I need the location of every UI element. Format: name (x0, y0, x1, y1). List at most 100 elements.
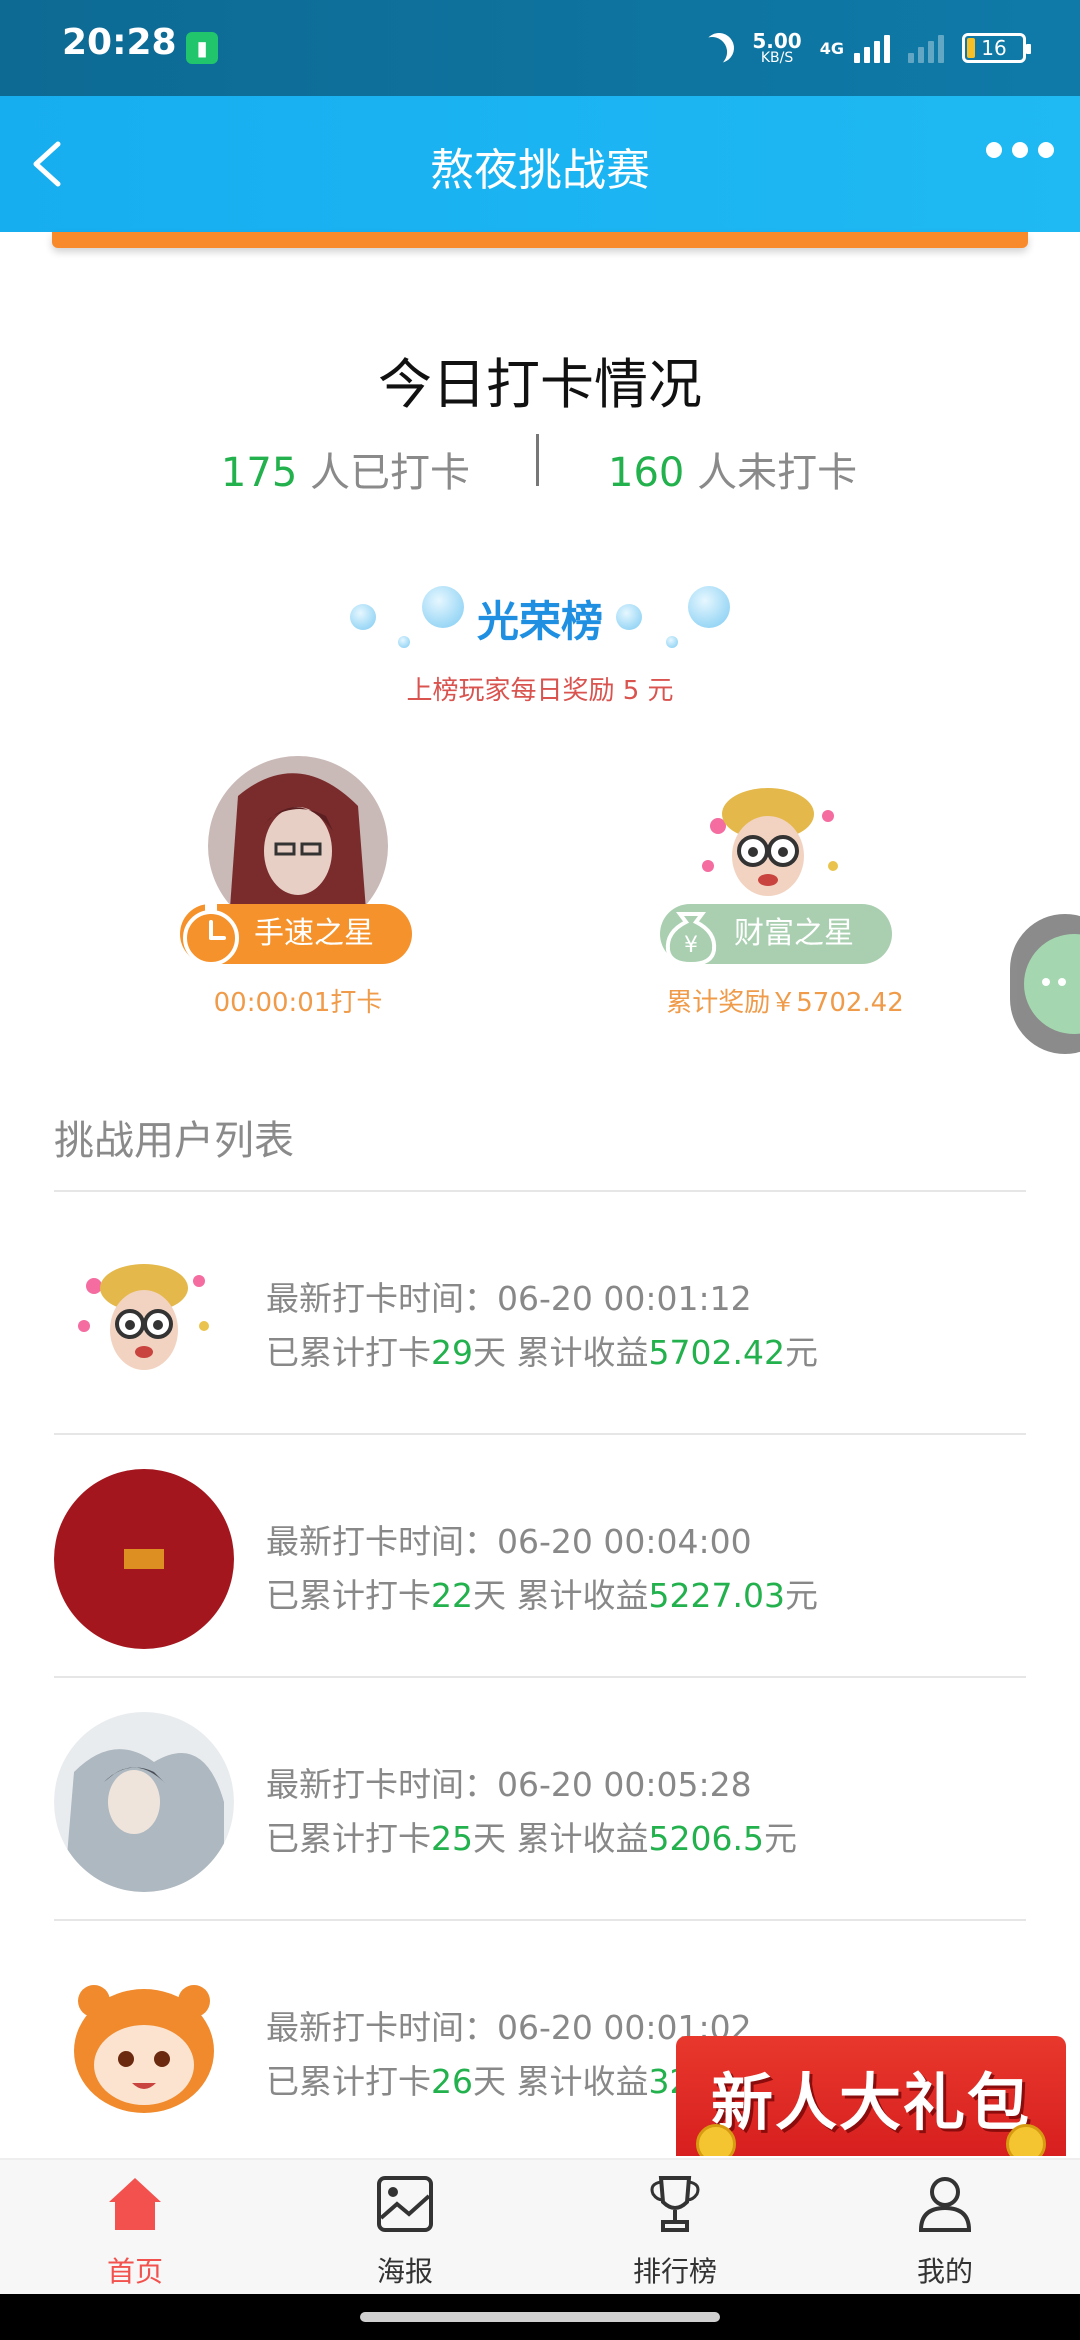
checkin-time-label: 最新打卡时间： (266, 2008, 497, 2047)
nav-ranking[interactable]: 排行榜 (540, 2174, 810, 2296)
network-type: 4G (819, 38, 844, 58)
checked-stat: 175 人已打卡 (221, 440, 470, 498)
nav-poster-label: 海报 (376, 2255, 433, 2288)
checkin-time-value: 06-20 00:04:00 (497, 1522, 752, 1561)
speed-star-label: 手速之星 (254, 916, 374, 951)
status-bar: 20:28 ▮ 5.00 KB/S 4G 16 (0, 0, 1080, 96)
status-indicators: 5.00 KB/S 4G 16 (704, 20, 1031, 76)
checkin-time-value: 06-20 00:05:28 (497, 1765, 752, 1804)
earn-suffix: 元 (784, 1333, 818, 1372)
page-title: 熬夜挑战赛 (430, 145, 650, 196)
days-prefix: 已累计打卡 (266, 1819, 431, 1858)
bottom-nav: 首页 海报 排行榜 我的 (0, 2158, 1080, 2294)
nav-poster[interactable]: 海报 (270, 2174, 540, 2296)
unchecked-stat: 160 人未打卡 (608, 440, 857, 498)
earn-prefix: 累计收益 (506, 1819, 649, 1858)
gesture-area (0, 2294, 1080, 2340)
do-not-disturb-icon (699, 28, 740, 69)
coin-icon (1006, 2124, 1046, 2156)
checkin-summary: 已累计打卡22天 累计收益5227.03元 (266, 1569, 818, 1617)
battery-icon: 16 (962, 33, 1031, 63)
honor-subtitle: 上榜玩家每日奖励 5 元 (406, 676, 674, 706)
earn-suffix: 元 (784, 1576, 818, 1615)
earn-prefix: 累计收益 (506, 1576, 649, 1615)
wealth-star-label: 财富之星 (734, 916, 854, 951)
days-value: 26 (431, 2062, 473, 2101)
days-value: 29 (431, 1333, 473, 1372)
user-avatar (54, 1469, 234, 1649)
charging-icon: ▮ (186, 32, 218, 64)
floating-menu-button[interactable] (1010, 914, 1080, 1054)
more-menu-icon[interactable] (986, 142, 1054, 158)
days-prefix: 已累计打卡 (266, 2062, 431, 2101)
checkin-time-label: 最新打卡时间： (266, 1522, 497, 1561)
signal-icon (854, 33, 890, 63)
checkin-time: 最新打卡时间：06-20 00:01:12 (266, 1272, 752, 1320)
checkin-time-value: 06-20 00:01:12 (497, 1279, 752, 1318)
nav-home[interactable]: 首页 (0, 2174, 270, 2296)
svg-text:¥: ¥ (684, 933, 698, 958)
network-speed-unit: KB/S (760, 50, 794, 66)
trophy-icon (650, 2176, 700, 2232)
battery-level: 16 (981, 36, 1007, 60)
earn-suffix: 元 (763, 1819, 797, 1858)
days-value: 25 (431, 1819, 473, 1858)
nav-profile[interactable]: 我的 (810, 2174, 1080, 2296)
days-prefix: 已累计打卡 (266, 1576, 431, 1615)
earnings-value: 5702.42 (648, 1333, 785, 1372)
checkin-summary: 已累计打卡25天 累计收益5206.5元 (266, 1812, 797, 1860)
stopwatch-icon (183, 904, 239, 966)
today-title: 今日打卡情况 (378, 353, 702, 416)
honor-title: 光荣榜 (476, 597, 603, 646)
user-icon (918, 2177, 972, 2232)
checkin-summary: 已累计打卡26天 累计收益32 (266, 2055, 691, 2103)
banner-strip (52, 232, 1028, 248)
signal-2-icon (908, 33, 944, 63)
speed-star-card[interactable]: 手速之星 00:00:01打卡 (170, 756, 470, 1026)
checked-count: 175 (220, 450, 298, 496)
earn-prefix: 累计收益 (506, 1333, 649, 1372)
stat-divider (536, 434, 539, 486)
home-indicator[interactable] (360, 2312, 720, 2322)
user-avatar (54, 1712, 234, 1892)
checkin-time-label: 最新打卡时间： (266, 1279, 497, 1318)
new-user-gift-banner[interactable]: 新人大礼包 (676, 2036, 1066, 2156)
days-suffix: 天 (473, 2062, 506, 2101)
speed-star-badge: 手速之星 (180, 904, 412, 966)
list-item[interactable]: 最新打卡时间：06-20 00:01:12 已累计打卡29天 累计收益5702.… (54, 1192, 1026, 1435)
list-item[interactable]: 最新打卡时间：06-20 00:04:00 已累计打卡22天 累计收益5227.… (54, 1435, 1026, 1678)
wealth-star-card[interactable]: ¥ 财富之星 累计奖励￥5702.42 (640, 756, 940, 1026)
nav-profile-label: 我的 (916, 2255, 973, 2288)
floating-dots-icon (1042, 978, 1066, 986)
days-prefix: 已累计打卡 (266, 1333, 431, 1372)
nav-home-label: 首页 (106, 2255, 163, 2288)
earnings-value: 5227.03 (648, 1576, 785, 1615)
status-time: 20:28 (62, 22, 177, 63)
checked-label: 人已打卡 (297, 450, 470, 496)
unchecked-count: 160 (608, 450, 685, 496)
unchecked-label: 人未打卡 (684, 450, 858, 496)
checkin-summary: 已累计打卡29天 累计收益5702.42元 (266, 1326, 818, 1374)
checkin-time-label: 最新打卡时间： (266, 1765, 497, 1804)
app-header: 熬夜挑战赛 (0, 96, 1080, 232)
promo-text: 新人大礼包 (710, 2066, 1031, 2139)
wealth-star-caption: 累计奖励￥5702.42 (666, 988, 904, 1018)
home-icon (109, 2178, 161, 2230)
days-suffix: 天 (473, 1333, 506, 1372)
days-value: 22 (431, 1576, 473, 1615)
nav-ranking-label: 排行榜 (632, 2255, 717, 2288)
honor-board: 光荣榜 上榜玩家每日奖励 5 元 (0, 578, 1080, 706)
earn-prefix: 累计收益 (506, 2062, 649, 2101)
app-root: { "status_bar": { "time": "20:28", "spee… (0, 0, 1080, 2340)
days-suffix: 天 (473, 1819, 506, 1858)
checkin-time: 最新打卡时间：06-20 00:05:28 (266, 1758, 752, 1806)
money-bag-icon: ¥ (665, 912, 717, 967)
speed-star-caption: 00:00:01打卡 (213, 988, 383, 1018)
network-speed: 5.00 KB/S (752, 31, 801, 65)
coin-icon (696, 2124, 736, 2156)
earnings-value: 5206.5 (648, 1819, 764, 1858)
poster-icon (377, 2176, 433, 2232)
user-list: 最新打卡时间：06-20 00:01:12 已累计打卡29天 累计收益5702.… (54, 1192, 1026, 2164)
checkin-time: 最新打卡时间：06-20 00:04:00 (266, 1515, 752, 1563)
list-item[interactable]: 最新打卡时间：06-20 00:05:28 已累计打卡25天 累计收益5206.… (54, 1678, 1026, 1921)
